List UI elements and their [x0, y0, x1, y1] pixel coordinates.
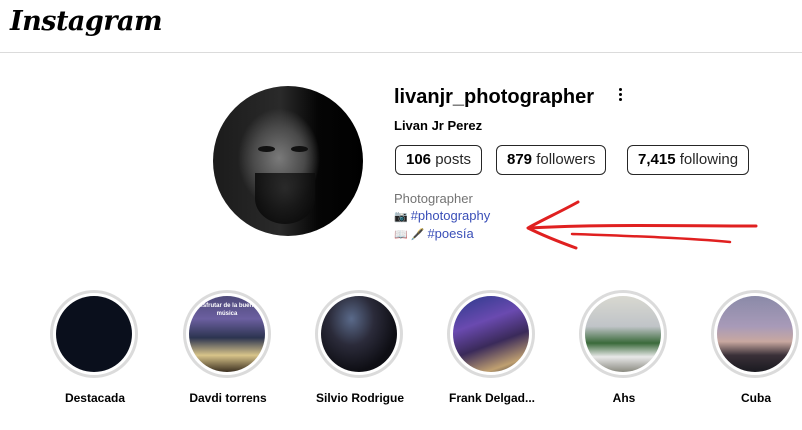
followers-label: followers — [536, 151, 596, 168]
instagram-logo[interactable]: Instagram — [10, 6, 163, 37]
hashtag-photography-link[interactable]: #photography — [411, 208, 491, 223]
camera-icon: 📷 — [394, 211, 408, 223]
followers-count: 879 — [507, 151, 533, 168]
avatar-eye — [291, 146, 308, 152]
highlight-thumbnail — [585, 296, 661, 372]
profile-avatar[interactable] — [213, 86, 363, 236]
highlight-thumbnail — [717, 296, 793, 372]
highlight-thumbnail — [453, 296, 529, 372]
highlight-label: Ahs — [612, 391, 636, 405]
following-count-button[interactable]: 7,415 following — [627, 145, 750, 175]
following-count: 7,415 — [638, 151, 676, 168]
highlight-label: Destacada — [64, 391, 126, 405]
posts-count-button[interactable]: 106 posts — [395, 145, 483, 175]
highlight-label: Silvio Rodrigue — [315, 391, 404, 405]
highlight-caption: disfrutar de la buena música — [197, 303, 257, 317]
posts-count: 106 — [406, 151, 432, 168]
bio-line-photography: 📷 #photography — [394, 207, 490, 226]
avatar-eye — [258, 146, 275, 152]
highlight-label: Cuba — [741, 391, 771, 405]
posts-label: posts — [435, 151, 472, 168]
profile-full-name: Livan Jr Perez — [394, 118, 483, 133]
bio-title: Photographer — [394, 191, 473, 206]
more-options-icon[interactable] — [612, 86, 628, 106]
annotation-arrow — [526, 200, 758, 250]
highlight-label: Davdi torrens — [189, 391, 267, 405]
book-pen-icon: 📖 🖋️ — [394, 229, 425, 241]
bio-line-poesia: 📖 🖋️ #poesía — [394, 225, 474, 244]
profile-username: livanjr_photographer — [394, 86, 595, 108]
highlight-thumbnail — [321, 296, 397, 372]
top-bar: Instagram — [0, 0, 802, 53]
following-label: following — [679, 151, 739, 168]
highlight-thumbnail — [56, 296, 132, 372]
highlight-label: Frank Delgad... — [448, 391, 536, 405]
followers-count-button[interactable]: 879 followers — [496, 145, 607, 175]
highlight-thumbnail: disfrutar de la buena música — [189, 296, 265, 372]
avatar-beard — [255, 173, 315, 224]
hashtag-poesia-link[interactable]: #poesía — [427, 226, 473, 241]
